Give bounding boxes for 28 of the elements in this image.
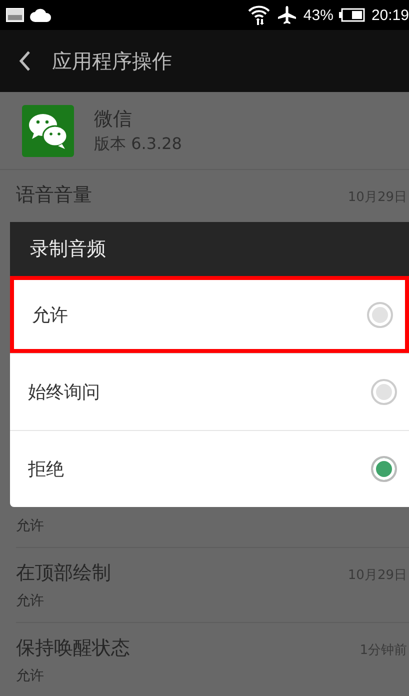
app-name: 微信 bbox=[94, 107, 133, 132]
radio-option[interactable]: 允许 bbox=[10, 276, 409, 353]
clock: 20:19 bbox=[371, 6, 409, 24]
permission-status: 允许 bbox=[16, 667, 45, 685]
radio-option[interactable]: 拒绝 bbox=[10, 430, 409, 507]
permission-title: 语音音量 bbox=[16, 183, 92, 208]
permission-title: 在顶部绘制 bbox=[16, 561, 111, 586]
chat-bubbles-icon bbox=[22, 104, 74, 156]
option-label: 始终询问 bbox=[28, 381, 100, 404]
option-label: 拒绝 bbox=[28, 458, 64, 481]
permission-status: 允许 bbox=[16, 592, 45, 610]
wifi-icon bbox=[247, 4, 272, 26]
airplane-icon bbox=[277, 5, 298, 25]
dialog-title: 录制音频 bbox=[10, 222, 409, 276]
radio-button[interactable] bbox=[371, 379, 397, 405]
back-icon bbox=[18, 50, 32, 72]
app-version: 版本 6.3.28 bbox=[94, 134, 182, 155]
battery-percentage: 43% bbox=[303, 6, 334, 24]
radio-button[interactable] bbox=[367, 302, 393, 328]
permission-title: 保持唤醒状态 bbox=[16, 636, 130, 661]
battery-icon bbox=[339, 8, 366, 22]
radio-button[interactable] bbox=[371, 456, 397, 482]
option-label: 允许 bbox=[32, 304, 68, 326]
picture-icon bbox=[6, 8, 24, 22]
page-title: 应用程序操作 bbox=[52, 48, 172, 74]
radio-option[interactable]: 始终询问 bbox=[10, 353, 409, 430]
cloud-icon bbox=[30, 8, 52, 22]
permission-status: 允许 bbox=[16, 517, 44, 535]
